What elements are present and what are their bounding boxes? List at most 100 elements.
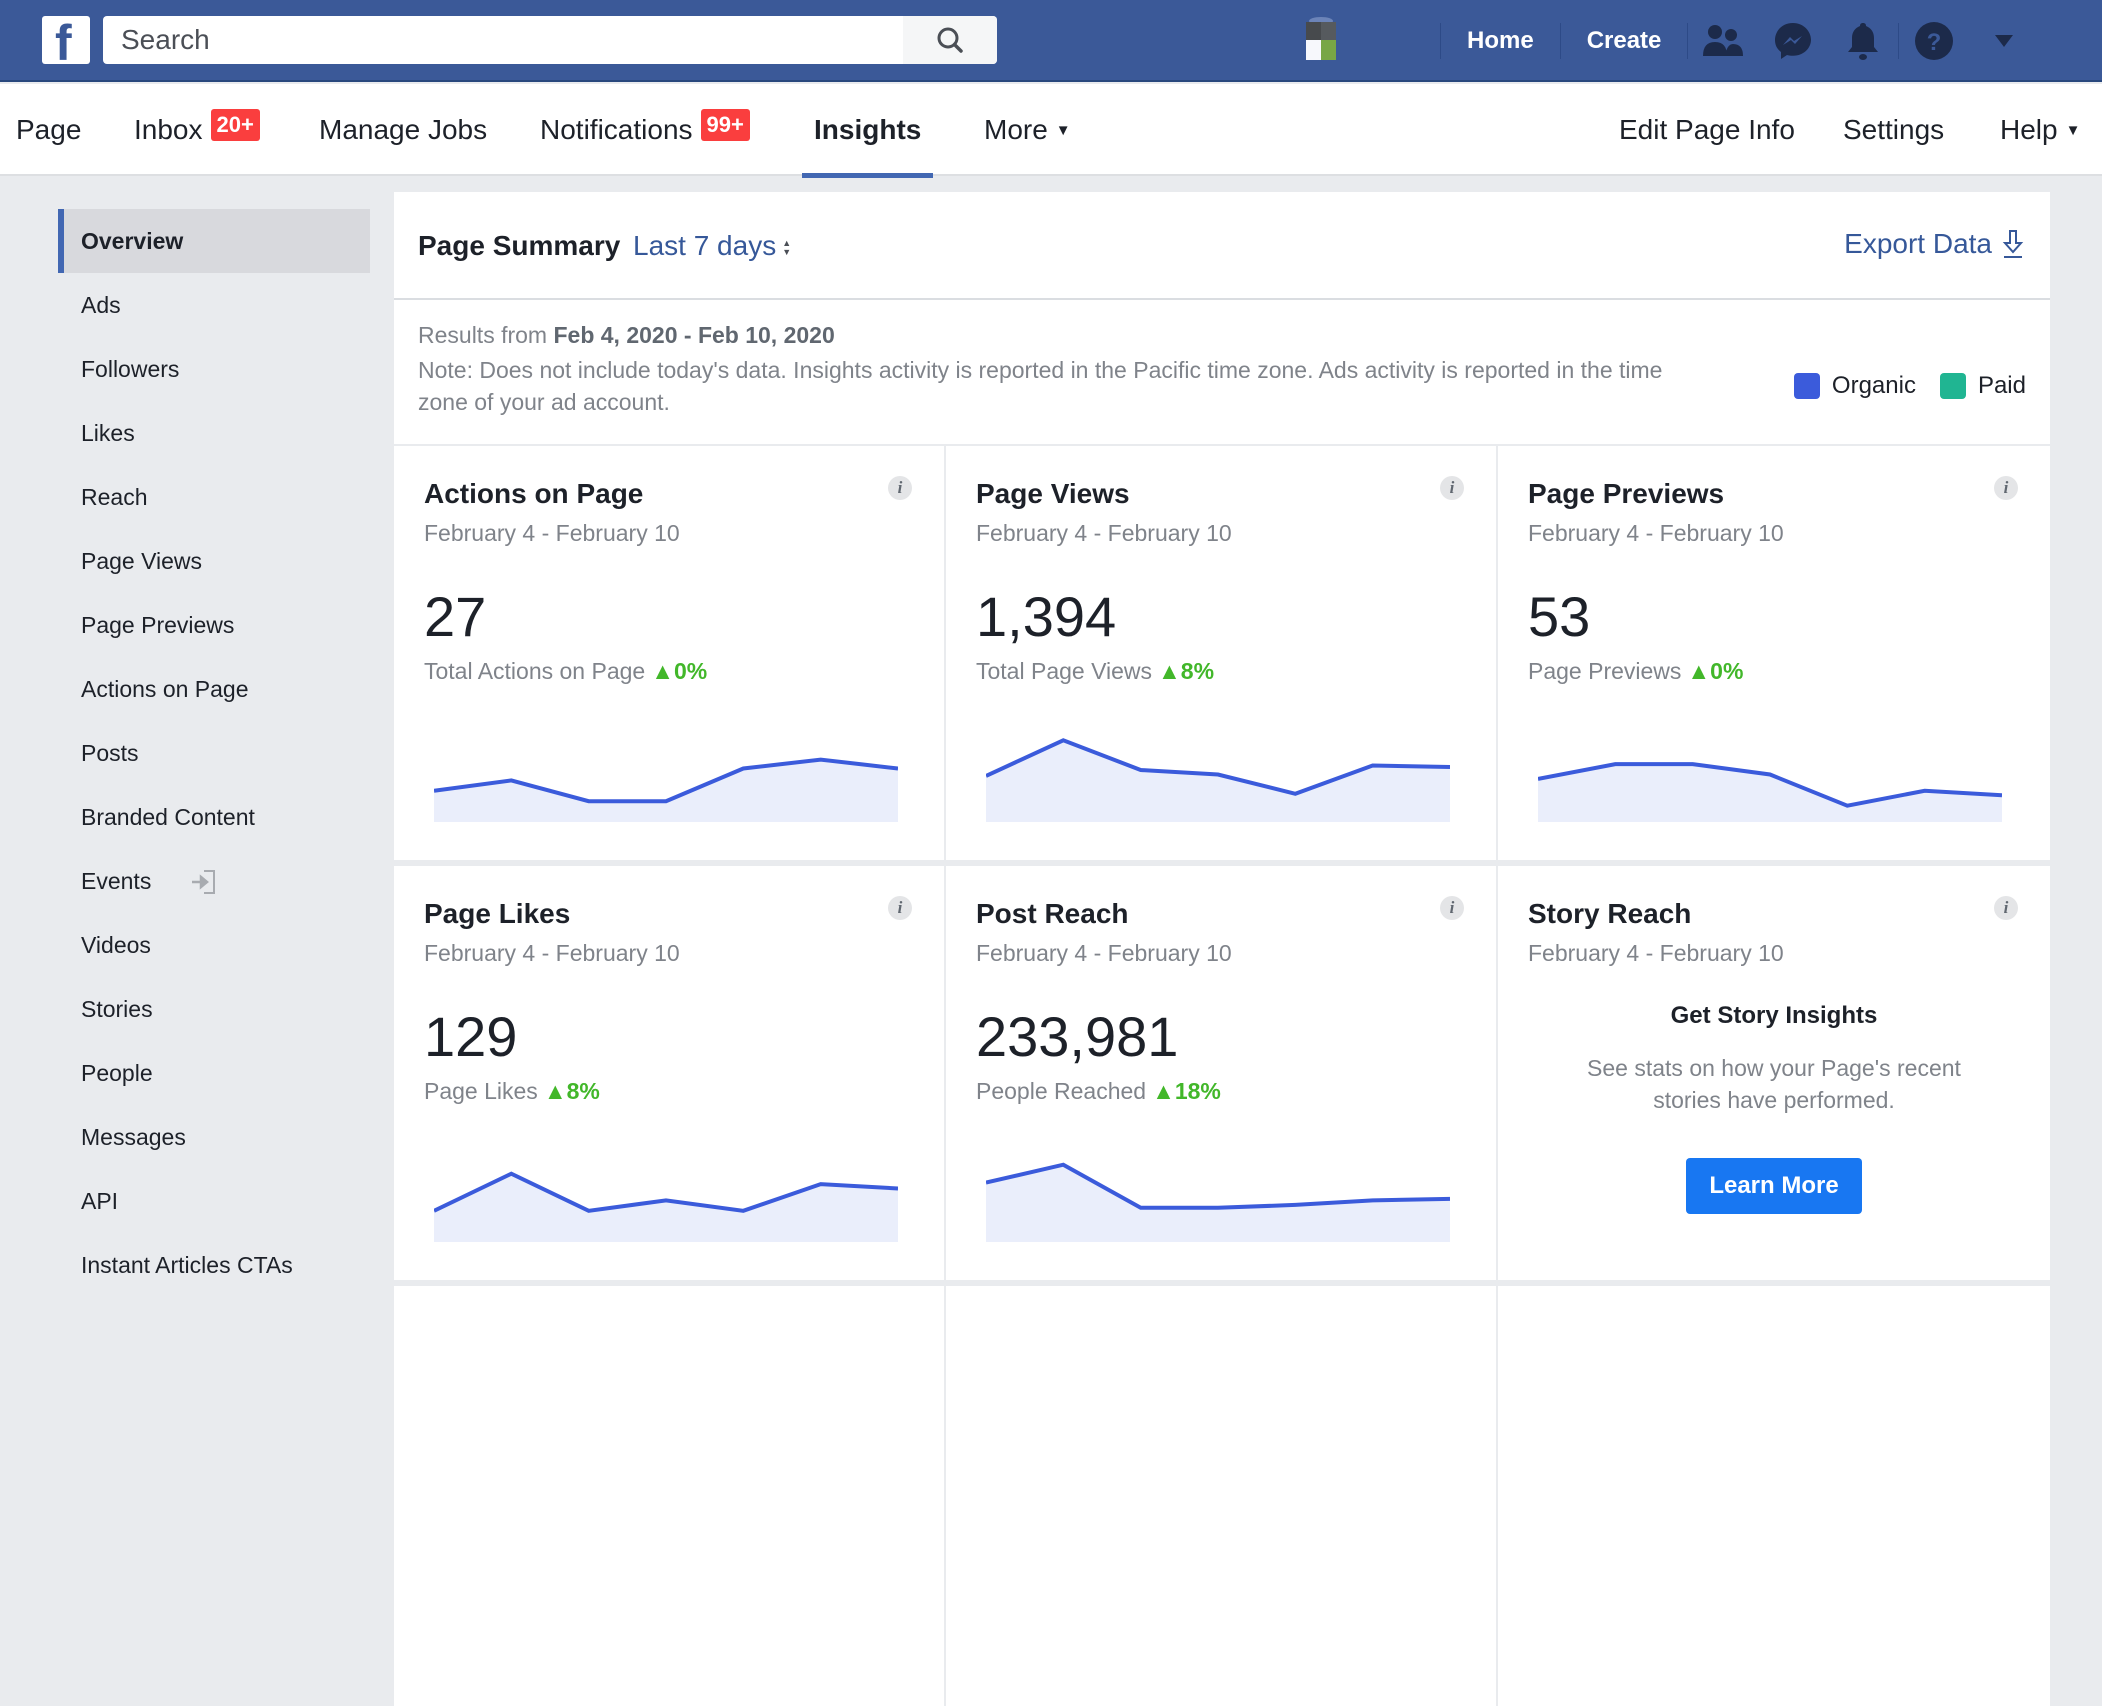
sparkline-actions-on-page [434,757,898,822]
info-icon[interactable]: i [1994,476,2018,500]
account-menu-caret-icon [1995,35,2014,47]
card-metric-label: Total Actions on Page [424,658,646,684]
sidebar-item-branded-content[interactable]: Branded Content [58,785,370,849]
sidebar-item-videos[interactable]: Videos [58,913,370,977]
paid-swatch [1939,373,1966,399]
info-icon[interactable]: i [1994,896,2018,920]
home-link[interactable]: Home [1441,27,1560,55]
info-icon[interactable]: i [1440,476,1464,500]
account-menu-button[interactable] [1969,0,2039,82]
learn-more-button[interactable]: Learn More [1686,1158,1862,1214]
sidebar-item-followers[interactable]: Followers [58,337,370,401]
facebook-logo[interactable]: f [42,16,90,64]
results-info: Results from Feb 4, 2020 - Feb 10, 2020 … [394,300,2050,446]
sidebar-item-label: Page Previews [81,611,235,638]
tab-insights[interactable]: Insights [801,84,934,178]
card-change: ▲8% [543,1078,600,1104]
sidebar-item-ads[interactable]: Ads [58,273,370,337]
sidebar-item-posts[interactable]: Posts [58,721,370,785]
sparkline-area [434,759,898,822]
organic-swatch [1793,373,1820,399]
page-summary-panel: Page Summary Last 7 days ▲ ▼ Export Data R… [394,192,2050,1706]
legend-label: Paid [1977,372,2026,399]
tab-more[interactable]: More ▼ [984,84,1071,176]
sparkline-page-views [986,738,1450,822]
info-icon[interactable]: i [888,896,912,920]
info-icon[interactable]: i [1440,896,1464,920]
story-insights-description: See stats on how your Page's recent stor… [1587,1055,1961,1113]
sidebar-item-label: Instant Articles CTAs [81,1251,293,1278]
tab-label: More [984,114,1048,145]
export-data-link[interactable]: Export Data [1844,228,2024,260]
messenger-button[interactable] [1758,0,1828,82]
card-change: ▲8% [1158,658,1215,684]
search-input[interactable] [103,16,903,64]
search-icon [937,27,963,53]
legend-item-organic[interactable]: Organic [1793,372,1916,400]
notifications-button[interactable] [1828,0,1898,82]
tab-help[interactable]: Help ▼ [2000,84,2080,176]
sidebar-item-label: People [81,1059,153,1086]
card-title: Post Reach [976,898,1129,929]
metric-card-actions-on-page[interactable]: Actions on Page i February 4 - February … [394,446,946,866]
card-date-range: February 4 - February 10 [1528,520,1784,546]
sidebar-item-label: Events [81,867,152,894]
tab-label: Help [2000,114,2058,145]
sidebar-item-stories[interactable]: Stories [58,977,370,1041]
results-range: Feb 4, 2020 - Feb 10, 2020 [553,322,835,348]
card-change: ▲0% [651,658,708,684]
sidebar-item-overview[interactable]: Overview [58,209,370,273]
page-profile-thumbnail[interactable] [1300,16,1342,64]
card-value: 1,394 [976,585,1117,648]
sidebar-item-label: Page Views [81,547,203,574]
chart-legend: Organic Paid [1770,372,2026,400]
metric-card-post-reach[interactable]: Post Reach i February 4 - February 10 23… [946,866,1498,1286]
sidebar-item-api[interactable]: API [58,1169,370,1233]
tab-label: Edit Page Info [1619,114,1795,145]
metric-card-placeholder [1498,1286,2050,1706]
metric-card-page-views[interactable]: Page Views i February 4 - February 10 1,… [946,446,1498,866]
sidebar-item-people[interactable]: People [58,1041,370,1105]
tab-page[interactable]: Page [16,84,81,176]
sidebar-item-label: Ads [81,291,121,318]
card-metric-label: Total Page Views [976,658,1153,684]
help-button[interactable]: ? [1899,0,1969,82]
tab-edit-page-info[interactable]: Edit Page Info [1619,84,1795,176]
search-button[interactable] [903,16,997,64]
card-metric-label: Page Likes [424,1078,538,1104]
card-metric-label: Page Previews [1528,658,1682,684]
metric-card-story-reach[interactable]: Story Reach i February 4 - February 10 G… [1498,866,2050,1286]
summary-header: Page Summary Last 7 days ▲ ▼ Export Data [394,192,2050,300]
date-range-select[interactable]: Last 7 days ▲ ▼ [633,230,791,262]
sidebar-item-page-views[interactable]: Page Views [58,529,370,593]
sidebar-item-instant-articles-ctas[interactable]: Instant Articles CTAs [58,1233,370,1297]
top-navigation-bar: f Home Create ? [0,0,2102,82]
metric-card-page-previews[interactable]: Page Previews i February 4 - February 10… [1498,446,2050,866]
sidebar-item-actions-on-page[interactable]: Actions on Page [58,657,370,721]
sidebar-item-label: Branded Content [81,803,255,830]
metric-card-page-likes[interactable]: Page Likes i February 4 - February 10 12… [394,866,946,1286]
tab-manage-jobs[interactable]: Manage Jobs [319,84,487,176]
sidebar-item-messages[interactable]: Messages [58,1105,370,1169]
sidebar-item-label: Posts [81,739,139,766]
card-change: ▲18% [1152,1078,1221,1104]
card-date-range: February 4 - February 10 [1528,940,1784,966]
tab-inbox[interactable]: Inbox 20+ [134,84,260,176]
sidebar-item-likes[interactable]: Likes [58,401,370,465]
sidebar-item-label: Videos [81,931,151,958]
sidebar-item-reach[interactable]: Reach [58,465,370,529]
legend-item-paid[interactable]: Paid [1939,372,2026,400]
insights-sidebar: Overview Ads Followers Likes Reach Page … [58,209,370,1297]
tab-label: Settings [1843,114,1945,145]
tab-notifications[interactable]: Notifications 99+ [540,84,750,176]
export-data-label: Export Data [1844,228,1992,259]
tab-settings[interactable]: Settings [1843,84,1944,176]
card-metric-label: People Reached [976,1078,1147,1104]
top-nav-links: Home Create ? [1440,0,2039,82]
friends-button[interactable] [1688,0,1758,82]
sidebar-item-events[interactable]: Events [58,849,370,913]
card-subtitle: Total Actions on Page ▲0% [424,658,707,685]
create-link[interactable]: Create [1561,27,1688,55]
info-icon[interactable]: i [888,476,912,500]
sidebar-item-page-previews[interactable]: Page Previews [58,593,370,657]
